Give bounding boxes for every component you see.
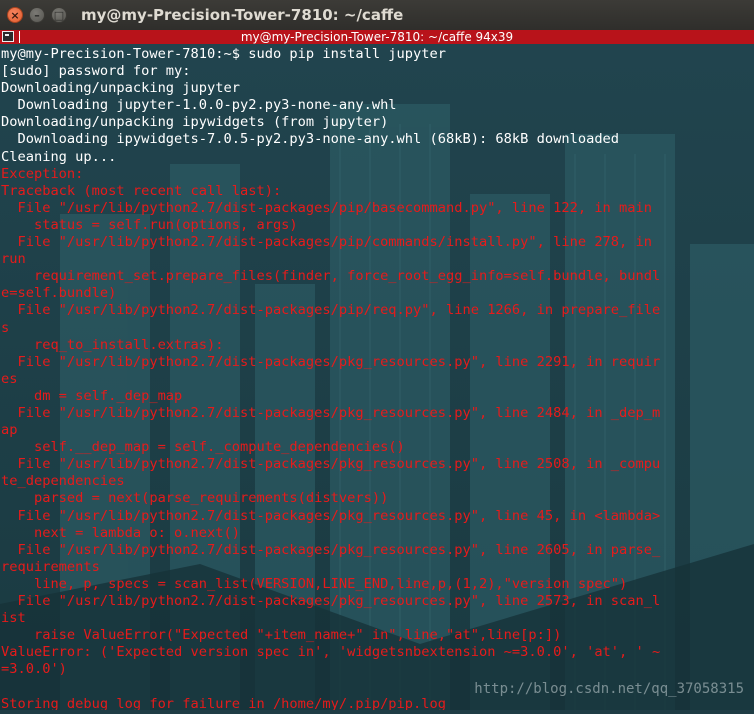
window-titlebar[interactable]: × – □ my@my-Precision-Tower-7810: ~/caff… <box>0 0 754 31</box>
terminal-line: next = lambda o: o.next() <box>1 524 240 541</box>
terminal-line: e=self.bundle) <box>1 285 117 302</box>
terminal-line: line, p, specs = scan_list(VERSION,LINE_… <box>1 575 628 592</box>
terminal-line: Exception: <box>1 165 84 182</box>
terminal-line: dm = self._dep_map <box>1 387 183 404</box>
terminal-line: Downloading/unpacking jupyter <box>1 80 240 97</box>
terminal-line: run <box>1 251 26 268</box>
terminal-header-title: my@my-Precision-Tower-7810: ~/caffe 94x3… <box>240 30 514 44</box>
terminal-line: [sudo] password for my: <box>1 63 191 80</box>
terminal-line: my@my-Precision-Tower-7810:~$ sudo pip i… <box>1 46 446 62</box>
terminal-line: File "/usr/lib/python2.7/dist-packages/p… <box>1 234 653 251</box>
terminal-line: File "/usr/lib/python2.7/dist-packages/p… <box>1 353 661 370</box>
terminal-line: File "/usr/lib/python2.7/dist-packages/p… <box>1 541 661 558</box>
terminal-line: File "/usr/lib/python2.7/dist-packages/p… <box>1 593 661 609</box>
terminal-line: Downloading ipywidgets-7.0.5-py2.py3-non… <box>1 131 620 148</box>
terminal-line: File "/usr/lib/python2.7/dist-packages/p… <box>1 507 661 524</box>
terminal-line: Downloading/unpacking ipywidgets (from j… <box>1 114 389 131</box>
terminal-output[interactable]: my@my-Precision-Tower-7810:~$ sudo pip i… <box>0 44 754 710</box>
terminal-line: ValueError: ('Expected version spec in',… <box>1 644 661 661</box>
maximize-window-button[interactable]: □ <box>51 7 67 23</box>
terminal-line: es <box>1 370 18 387</box>
terminal-line: parsed = next(parse_requirements(distver… <box>1 490 389 507</box>
terminal-line: File "/usr/lib/python2.7/dist-packages/p… <box>1 199 653 216</box>
terminal-line: raise ValueError("Expected "+item_name+"… <box>1 627 562 644</box>
terminal-line: ap <box>1 422 18 439</box>
terminal-line: File "/usr/lib/python2.7/dist-packages/p… <box>1 302 661 319</box>
terminal-line: File "/usr/lib/python2.7/dist-packages/p… <box>1 404 661 421</box>
watermark-text: http://blog.csdn.net/qq_37058315 <box>474 681 744 697</box>
terminal-line: requirement_set.prepare_files(finder, fo… <box>1 268 661 285</box>
terminal-line: Storing debug log for failure in /home/m… <box>1 695 446 710</box>
terminal-header-bar: my@my-Precision-Tower-7810: ~/caffe 94x3… <box>0 30 754 44</box>
terminal-line: self.__dep_map = self._compute_dependenc… <box>1 439 405 456</box>
terminal-line: Traceback (most recent call last): <box>1 182 282 199</box>
window-title: my@my-Precision-Tower-7810: ~/caffe <box>81 6 404 24</box>
terminal-line: te_dependencies <box>1 473 125 490</box>
minimize-window-button[interactable]: – <box>29 7 45 23</box>
terminal-line: requirements <box>1 558 100 575</box>
terminal-line: req_to_install.extras): <box>1 336 224 353</box>
terminal-line: s <box>1 319 10 336</box>
terminal-line: Downloading jupyter-1.0.0-py2.py3-none-a… <box>1 97 397 114</box>
close-window-button[interactable]: × <box>7 7 23 23</box>
terminal-line: File "/usr/lib/python2.7/dist-packages/p… <box>1 456 661 473</box>
terminal-line: =3.0.0') <box>1 661 67 678</box>
terminal-line: Cleaning up... <box>1 148 117 165</box>
terminal-line: ist <box>1 610 26 627</box>
terminal-line: status = self.run(options, args) <box>1 216 298 233</box>
